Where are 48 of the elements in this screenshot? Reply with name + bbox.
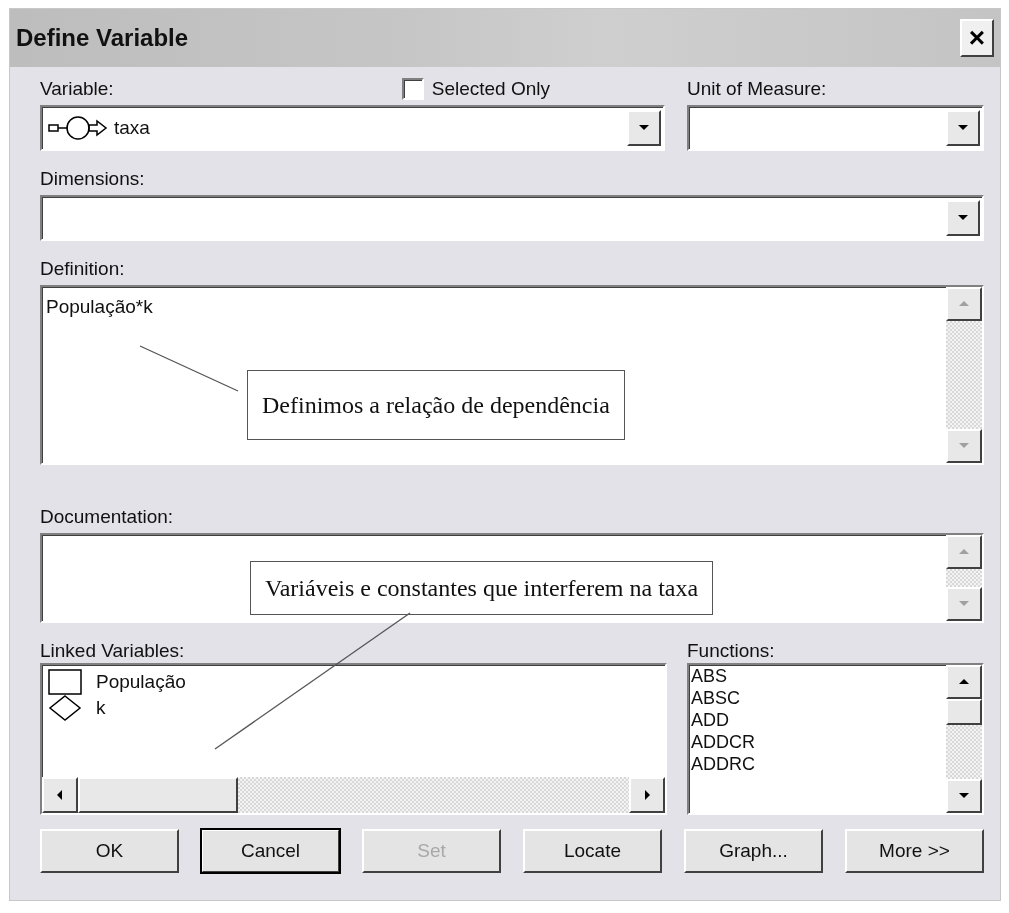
dialog-button[interactable]: More >> — [845, 829, 984, 873]
field-label: Documentation: — [40, 505, 175, 529]
scroll-down-button[interactable] — [946, 429, 982, 463]
dropdown-button[interactable] — [627, 110, 661, 146]
list-item[interactable]: ADDCR — [689, 731, 946, 753]
square-icon — [48, 669, 82, 695]
checkbox[interactable] — [401, 78, 424, 100]
close-button[interactable]: × — [960, 19, 994, 57]
scrollbar-thumb[interactable] — [78, 777, 238, 813]
window-title: Define Variable — [16, 23, 189, 53]
scroll-up-button[interactable] — [946, 665, 982, 699]
flow-valve-icon — [48, 114, 108, 142]
field-label: Unit of Measure: — [687, 77, 828, 101]
dropdown-button[interactable] — [946, 200, 980, 236]
dialog-button[interactable]: Cancel — [201, 829, 340, 873]
dialog-button[interactable]: Locate — [523, 829, 662, 873]
field-label: Functions: — [687, 639, 776, 663]
list-item[interactable]: ABS — [689, 665, 946, 687]
scrollbar-thumb[interactable] — [946, 699, 982, 725]
vertical-scrollbar[interactable] — [946, 665, 982, 813]
checkbox-label: Selected Only — [431, 77, 550, 101]
scroll-down-button[interactable] — [946, 587, 982, 621]
scroll-up-button[interactable] — [946, 287, 982, 321]
vertical-scrollbar[interactable] — [946, 535, 982, 621]
list-item[interactable]: ABSC — [689, 687, 946, 709]
callout-tooltip: Definimos a relação de dependência — [247, 370, 625, 440]
dropdown-button[interactable] — [946, 110, 980, 146]
callout-tooltip: Variáveis e constantes que interferem na taxa — [250, 561, 714, 615]
horizontal-scrollbar[interactable] — [42, 777, 665, 813]
field-label: Dimensions: — [40, 167, 146, 191]
dialog-button[interactable]: Graph... — [684, 829, 823, 873]
list-item[interactable]: ADDRC — [689, 753, 946, 775]
scroll-right-button[interactable] — [629, 777, 665, 813]
vertical-scrollbar[interactable] — [946, 287, 982, 463]
dialog-button[interactable]: OK — [40, 829, 179, 873]
list-item[interactable]: População — [42, 669, 665, 695]
scroll-left-button[interactable] — [42, 777, 78, 813]
scroll-up-button[interactable] — [946, 535, 982, 569]
list-item[interactable]: k — [42, 695, 665, 721]
diamond-icon — [48, 695, 82, 721]
field-label: Variable: — [40, 77, 114, 101]
field-label: Linked Variables: — [40, 639, 186, 663]
list-item[interactable]: ADD — [689, 709, 946, 731]
unit-dropdown[interactable] — [687, 105, 984, 151]
scroll-down-button[interactable] — [946, 779, 982, 813]
dimensions-dropdown[interactable] — [40, 195, 984, 241]
variable-dropdown[interactable]: taxa — [40, 105, 665, 151]
field-label: Definition: — [40, 257, 126, 281]
